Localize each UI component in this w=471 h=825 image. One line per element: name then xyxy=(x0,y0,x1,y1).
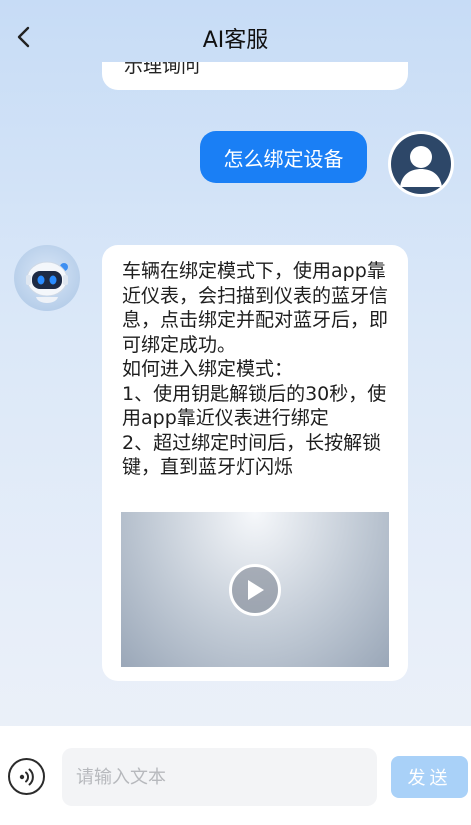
voice-input-button[interactable] xyxy=(8,758,45,795)
voice-icon xyxy=(19,768,34,785)
video-thumbnail[interactable] xyxy=(121,512,389,667)
composer-bar: 发送 xyxy=(0,726,471,825)
bot-avatar xyxy=(14,245,80,311)
play-button[interactable] xyxy=(229,564,281,616)
chat-area[interactable]: 示理询问 怎么绑定设备 车辆在绑定模式下，使用app靠近仪表，会扫描到仪表的蓝牙… xyxy=(0,62,471,726)
message-input[interactable] xyxy=(62,748,377,806)
robot-icon xyxy=(26,261,68,303)
user-avatar xyxy=(388,131,454,197)
bot-message-text: 车辆在绑定模式下，使用app靠近仪表，会扫描到仪表的蓝牙信息，点击绑定并配对蓝牙… xyxy=(122,260,389,478)
play-icon xyxy=(248,580,264,600)
user-avatar-icon xyxy=(391,134,451,194)
bot-message-bubble: 车辆在绑定模式下，使用app靠近仪表，会扫描到仪表的蓝牙信息，点击绑定并配对蓝牙… xyxy=(102,245,408,681)
send-button[interactable]: 发送 xyxy=(391,756,468,798)
previous-message-text: 示理询问 xyxy=(124,62,201,77)
page-title: AI客服 xyxy=(202,28,269,53)
header: AI客服 xyxy=(0,0,471,70)
user-message-bubble: 怎么绑定设备 xyxy=(200,131,367,183)
previous-bot-message: 示理询问 xyxy=(102,62,408,90)
